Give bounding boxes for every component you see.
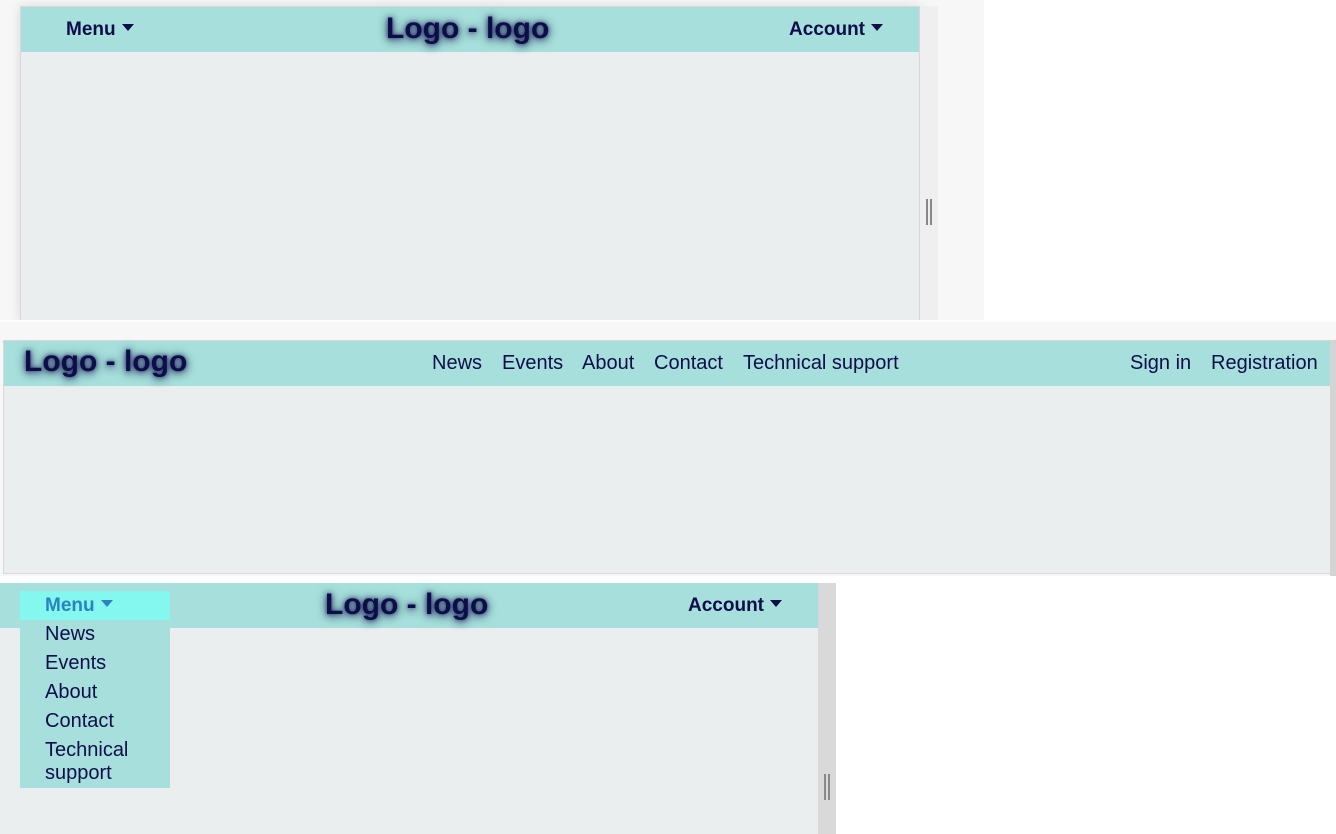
menu-toggle-label: Menu: [45, 595, 95, 616]
expanded-page: Logo - logo News Events About Contact Te…: [3, 340, 1331, 574]
nav-link-technical-support[interactable]: Technical support: [743, 341, 899, 386]
menu-toggle[interactable]: Menu: [66, 7, 134, 52]
sign-in-link[interactable]: Sign in: [1130, 341, 1191, 386]
nav-link-contact[interactable]: Contact: [654, 341, 723, 386]
menu-toggle-label: Menu: [66, 19, 116, 40]
nav-link-about[interactable]: About: [582, 341, 634, 386]
collapsed-page: Menu Logo - logo Account: [20, 6, 920, 320]
account-toggle-label: Account: [688, 595, 764, 616]
logo[interactable]: Logo - logo: [386, 12, 549, 46]
menu-item-technical-support[interactable]: Technical support: [45, 739, 155, 785]
collapsed-header: Menu Logo - logo Account: [21, 7, 919, 52]
resize-grip-icon[interactable]: [926, 199, 932, 225]
account-toggle[interactable]: Account: [688, 583, 782, 628]
registration-link[interactable]: Registration: [1211, 341, 1318, 386]
caret-down-icon: [770, 600, 782, 608]
caret-down-icon: [100, 600, 113, 608]
resize-grip-icon[interactable]: [824, 774, 830, 800]
account-toggle[interactable]: Account: [789, 7, 883, 52]
caret-down-icon: [871, 24, 883, 32]
account-toggle-label: Account: [789, 19, 865, 40]
menu-item-contact[interactable]: Contact: [45, 710, 114, 733]
menu-item-news[interactable]: News: [45, 623, 95, 646]
nav-link-news[interactable]: News: [432, 341, 482, 386]
dropdown-viewport: Logo - logo Account Menu News Events Abo…: [0, 583, 836, 834]
menu-toggle-active[interactable]: Menu: [20, 591, 170, 620]
nav-link-events[interactable]: Events: [502, 341, 563, 386]
scrollbar-edge: [1330, 340, 1336, 576]
caret-down-icon: [121, 24, 134, 32]
logo[interactable]: Logo - logo: [24, 345, 187, 379]
scrollbar-track[interactable]: [920, 6, 938, 320]
logo[interactable]: Logo - logo: [325, 588, 488, 622]
menu-dropdown: News Events About Contact Technical supp…: [20, 620, 170, 788]
menu-item-events[interactable]: Events: [45, 652, 106, 675]
menu-item-about[interactable]: About: [45, 681, 97, 704]
expanded-header: Logo - logo News Events About Contact Te…: [4, 341, 1330, 386]
expanded-viewport: Logo - logo News Events About Contact Te…: [0, 322, 1336, 576]
collapsed-viewport: Menu Logo - logo Account: [0, 0, 984, 320]
